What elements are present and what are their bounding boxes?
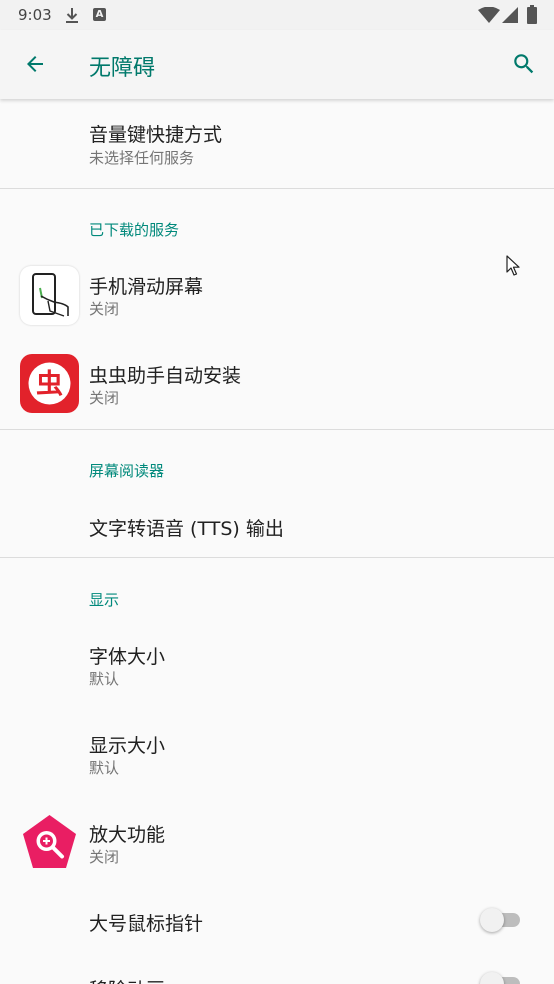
- search-icon: [514, 54, 534, 74]
- pref-title: 字体大小: [89, 646, 166, 668]
- pref-remove-animations[interactable]: 移除动画: [0, 953, 554, 984]
- chong-app-icon: 虫: [20, 354, 79, 413]
- pref-summary: 默认: [89, 670, 120, 688]
- pref-title: 手机滑动屏幕: [89, 276, 204, 298]
- pref-swipe-screen[interactable]: 手机滑动屏幕 关闭: [0, 251, 554, 340]
- toggle-thumb: [480, 972, 504, 984]
- pref-title: 音量键快捷方式: [89, 124, 223, 146]
- category-downloaded-services: 已下载的服务: [89, 221, 180, 239]
- page-title: 无障碍: [89, 56, 156, 81]
- phone-hand-icon: [32, 273, 69, 317]
- divider: [0, 557, 554, 558]
- swipe-screen-app-icon: [20, 266, 79, 325]
- pref-title: 放大功能: [89, 824, 166, 846]
- toggle-thumb: [480, 908, 504, 932]
- pref-title: 大号鼠标指针: [89, 913, 204, 935]
- pref-large-pointer[interactable]: 大号鼠标指针: [0, 887, 554, 953]
- pref-summary: 关闭: [89, 300, 120, 318]
- battery-icon: [527, 5, 537, 24]
- pref-display-size[interactable]: 显示大小 默认: [0, 709, 554, 798]
- pref-title: 文字转语音 (TTS) 输出: [89, 518, 284, 540]
- search-button[interactable]: [503, 43, 545, 85]
- category-display: 显示: [89, 591, 120, 609]
- status-time: 9:03: [18, 6, 52, 24]
- pref-chong-installer[interactable]: 虫 虫虫助手自动安装 关闭: [0, 340, 554, 429]
- pref-tts-output[interactable]: 文字转语音 (TTS) 输出: [0, 492, 554, 557]
- download-icon: [66, 8, 78, 23]
- pref-summary: 默认: [89, 759, 120, 777]
- pref-summary: 未选择任何服务: [89, 149, 195, 167]
- category-screen-readers: 屏幕阅读器: [89, 462, 165, 480]
- pref-title: 显示大小: [89, 735, 166, 757]
- pref-font-size[interactable]: 字体大小 默认: [0, 620, 554, 709]
- divider: [0, 429, 554, 430]
- remove-animations-toggle[interactable]: [480, 972, 522, 984]
- mouse-cursor-icon: [506, 255, 520, 276]
- svg-text:虫: 虫: [36, 369, 63, 400]
- status-bar: 9:03 A: [0, 0, 554, 30]
- large-pointer-toggle[interactable]: [480, 908, 522, 932]
- pref-summary: 关闭: [89, 848, 120, 866]
- pref-title: 移除动画: [89, 975, 165, 984]
- back-button[interactable]: [14, 43, 56, 85]
- app-bar: 无障碍: [0, 30, 554, 99]
- a-notification-icon: A: [93, 8, 106, 21]
- magnifier-icon: [23, 815, 76, 868]
- magnification-icon: [20, 813, 79, 872]
- pref-title: 虫虫助手自动安装: [89, 365, 242, 387]
- chong-logo-icon: 虫: [28, 362, 71, 405]
- pref-volume-shortcut[interactable]: 音量键快捷方式 未选择任何服务: [0, 100, 554, 188]
- pref-summary: 关闭: [89, 389, 120, 407]
- pref-magnification[interactable]: 放大功能 关闭: [0, 798, 554, 887]
- arrow-left-icon: [27, 56, 43, 72]
- wifi-icon: [478, 7, 500, 23]
- divider: [0, 188, 554, 189]
- signal-icon: [502, 7, 518, 23]
